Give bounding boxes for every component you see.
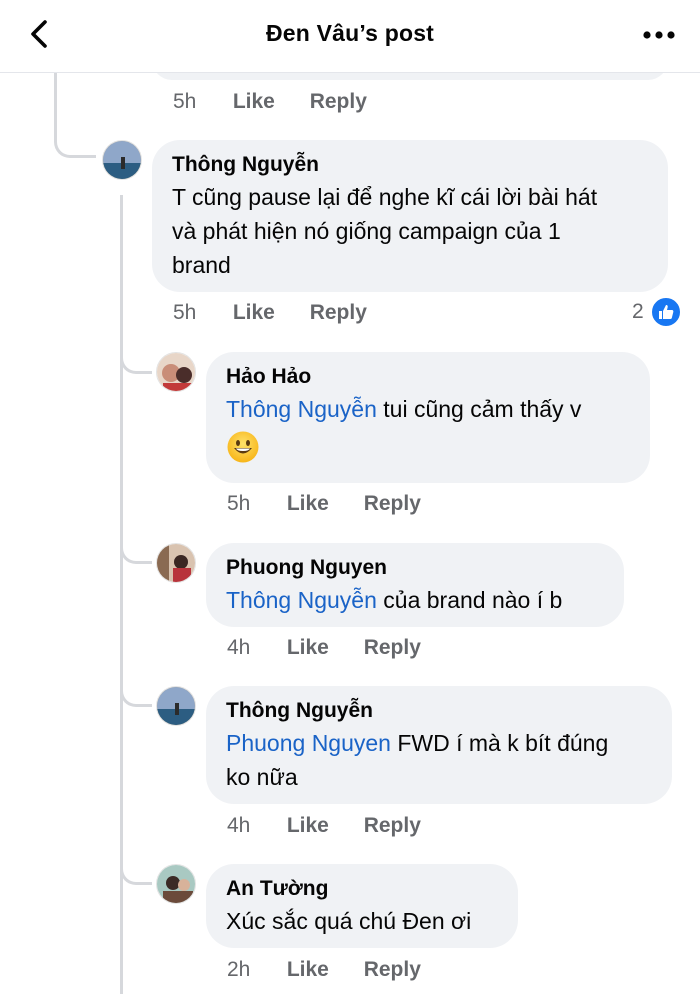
reply-text: ko nữa <box>226 764 298 790</box>
thread-connector <box>120 530 152 564</box>
like-button[interactable]: Like <box>287 635 358 661</box>
reply-actions: 2h Like Reply <box>227 957 421 983</box>
reply-actions: 5h Like Reply <box>227 491 421 517</box>
like-button[interactable]: Like <box>233 300 304 326</box>
reply-bubble: An Tường Xúc sắc quá chú Đen ơi <box>206 864 518 948</box>
reply-button[interactable]: Reply <box>364 813 421 839</box>
comment-text: Thông Nguyễn của brand nào í b <box>226 583 604 617</box>
mention-link[interactable]: Thông Nguyễn <box>226 396 377 422</box>
comment-text-line: và phát hiện nó giống campaign của 1 <box>172 218 561 244</box>
avatar[interactable] <box>156 864 196 904</box>
thread-connector <box>120 340 152 374</box>
more-icon <box>643 31 675 39</box>
comment-time: 4h <box>227 814 251 837</box>
avatar[interactable] <box>156 543 196 583</box>
like-button[interactable]: Like <box>287 813 358 839</box>
comment-text: Xúc sắc quá chú Đen ơi <box>226 908 472 934</box>
emoji-line <box>226 430 630 466</box>
reply-button[interactable]: Reply <box>364 491 421 517</box>
thread-connector <box>120 673 152 707</box>
comment-author[interactable]: Thông Nguyễn <box>226 698 652 724</box>
comment-author[interactable]: Phuong Nguyen <box>226 555 604 581</box>
avatar[interactable] <box>156 686 196 726</box>
comment-author[interactable]: Hảo Hảo <box>226 364 630 390</box>
comment-time: 5h <box>227 492 251 515</box>
comment-actions: 5h Like Reply <box>173 300 367 326</box>
top-bar: Đen Vâu’s post <box>0 0 700 73</box>
mention-link[interactable]: Thông Nguyễn <box>226 587 377 613</box>
avatar[interactable] <box>102 140 142 180</box>
comment-author[interactable]: An Tường <box>226 876 498 902</box>
comment-text-line: T cũng pause lại để nghe kĩ cái lời bài … <box>172 184 598 210</box>
reply-bubble: Hảo Hảo Thông Nguyễn tui cũng cảm thấy v <box>206 352 650 483</box>
comment-text: Thông Nguyễn tui cũng cảm thấy v <box>226 392 630 426</box>
comment-time: 4h <box>227 636 251 659</box>
reaction-count: 2 <box>632 300 644 323</box>
reply-button[interactable]: Reply <box>310 300 367 326</box>
comment-text: T cũng pause lại để nghe kĩ cái lời bài … <box>172 180 648 282</box>
comment-text: Phuong Nguyen FWD í mà k bít đúng ko nữa <box>226 726 652 794</box>
reply-actions: 4h Like Reply <box>227 813 421 839</box>
reply-text: FWD í mà k bít đúng <box>390 730 609 756</box>
avatar[interactable] <box>156 352 196 392</box>
comment-time: 5h <box>173 90 197 113</box>
previous-comment-actions: 5h Like Reply <box>173 89 367 115</box>
comment-text-line: brand <box>172 252 231 278</box>
comment-time: 2h <box>227 958 251 981</box>
more-options-button[interactable] <box>640 20 680 50</box>
comment-time: 5h <box>173 301 197 324</box>
thread-connector <box>120 851 152 885</box>
like-reaction-icon <box>649 296 682 328</box>
reply-button[interactable]: Reply <box>364 957 421 983</box>
reply-text: tui cũng cảm thấy v <box>376 396 582 422</box>
reply-bubble: Phuong Nguyen Thông Nguyễn của brand nào… <box>206 543 624 627</box>
grinning-face-icon <box>227 431 259 463</box>
like-button[interactable]: Like <box>287 957 358 983</box>
reply-text: của brand nào í b <box>376 587 563 613</box>
mention-link[interactable]: Phuong Nguyen <box>226 730 391 756</box>
like-button[interactable]: Like <box>233 89 304 115</box>
like-button[interactable]: Like <box>287 491 358 517</box>
reply-actions: 4h Like Reply <box>227 635 421 661</box>
reaction-summary[interactable]: 2 <box>632 296 682 328</box>
comment-bubble: Thông Nguyễn T cũng pause lại để nghe kĩ… <box>152 140 668 292</box>
reply-button[interactable]: Reply <box>364 635 421 661</box>
comment-author[interactable]: Thông Nguyễn <box>172 152 648 178</box>
thread-connector <box>54 120 96 158</box>
reply-button[interactable]: Reply <box>310 89 367 115</box>
page-title: Đen Vâu’s post <box>265 20 435 46</box>
reply-bubble: Thông Nguyễn Phuong Nguyen FWD í mà k bí… <box>206 686 672 804</box>
